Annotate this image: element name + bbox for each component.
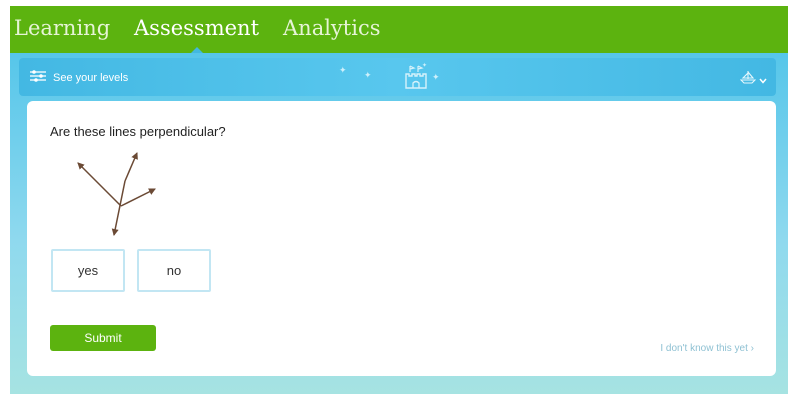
see-levels-label: See your levels — [53, 71, 129, 84]
answer-no-button[interactable]: no — [137, 249, 211, 292]
sliders-icon — [29, 69, 47, 86]
castle-icon — [404, 64, 428, 94]
tab-assessment[interactable]: Assessment — [134, 16, 259, 40]
intersecting-lines-figure — [77, 152, 156, 236]
top-navigation: Learning Assessment Analytics — [10, 6, 788, 54]
sparkle-icon: ✦ — [339, 66, 347, 76]
chevron-down-icon — [759, 69, 767, 88]
question-prompt: Are these lines perpendicular? — [50, 124, 226, 139]
question-card: Are these lines perpendicular? yes no Su… — [27, 101, 776, 376]
dont-know-link[interactable]: I don't know this yet › — [660, 343, 754, 354]
see-levels-link[interactable]: See your levels — [29, 69, 128, 86]
sparkle-icon: ✦ — [432, 73, 440, 83]
answer-yes-button[interactable]: yes — [51, 249, 125, 292]
ship-icon — [739, 69, 757, 88]
tab-analytics[interactable]: Analytics — [283, 16, 380, 40]
levels-menu-toggle[interactable] — [739, 69, 767, 88]
sparkle-icon: ✦ — [364, 71, 372, 81]
levels-bar: See your levels ✦ ✦ ✦ ✦ — [19, 58, 776, 96]
submit-button[interactable]: Submit — [50, 325, 156, 351]
tab-learning[interactable]: Learning — [14, 16, 110, 40]
